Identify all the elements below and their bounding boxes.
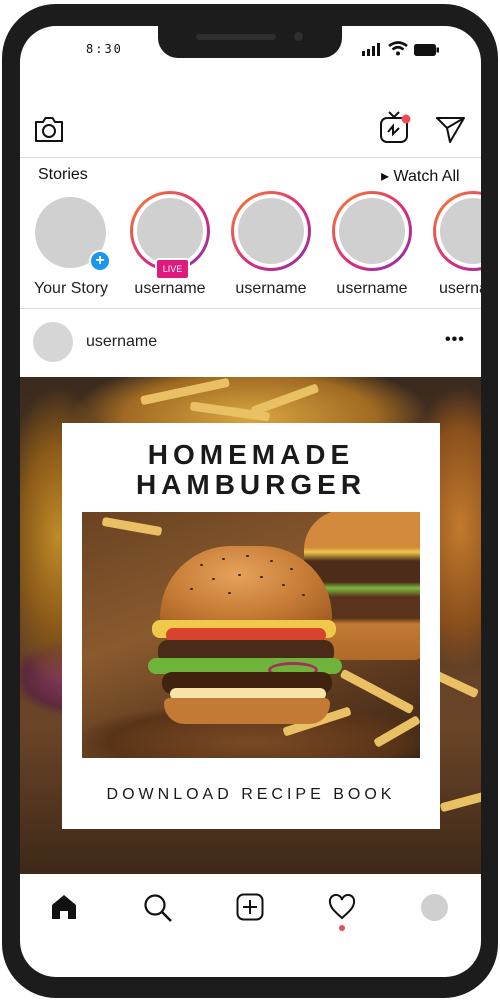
download-recipe-book-text[interactable]: DOWNLOAD RECIPE BOOK [62, 786, 440, 804]
direct-message-icon[interactable] [435, 114, 467, 149]
profile-icon[interactable] [421, 894, 448, 921]
post-avatar[interactable] [33, 322, 73, 362]
recipe-card[interactable]: HOMEMADE HAMBURGER DOWNLOAD RECIPE BOOK [62, 423, 440, 829]
home-icon[interactable] [50, 893, 78, 926]
card-title-line2: HAMBURGER [135, 469, 367, 500]
story-label: username [134, 280, 206, 297]
story-avatar[interactable] [332, 191, 412, 271]
status-time: 8:30 [86, 42, 123, 56]
story-avatar[interactable] [231, 191, 311, 271]
signal-icon [362, 43, 382, 61]
story-label: username [235, 280, 307, 297]
stories-divider [20, 308, 481, 309]
post-username[interactable]: username [86, 333, 157, 351]
add-story-icon[interactable]: + [89, 250, 111, 272]
add-post-icon[interactable] [236, 893, 264, 926]
live-badge: LIVE [155, 258, 190, 280]
story-label-your-story: Your Story [33, 280, 109, 297]
watch-all-button[interactable]: ▸ Watch All [381, 166, 460, 186]
search-icon[interactable] [143, 893, 173, 928]
battery-icon [414, 43, 440, 61]
more-options-icon[interactable]: ••• [445, 331, 465, 349]
camera-icon[interactable] [33, 114, 65, 149]
story-avatar-partial[interactable] [433, 191, 481, 281]
wifi-icon [388, 41, 408, 61]
hamburger-photo [82, 512, 420, 758]
activity-dot [339, 925, 345, 931]
story-label: username [336, 280, 408, 297]
igtv-icon[interactable] [379, 110, 413, 149]
card-title-line1: HOMEMADE [147, 439, 355, 470]
notch [158, 24, 342, 58]
heart-icon[interactable] [328, 893, 356, 925]
header-divider [20, 157, 481, 158]
story-label-partial: username [439, 280, 481, 297]
stories-label: Stories [38, 166, 88, 183]
